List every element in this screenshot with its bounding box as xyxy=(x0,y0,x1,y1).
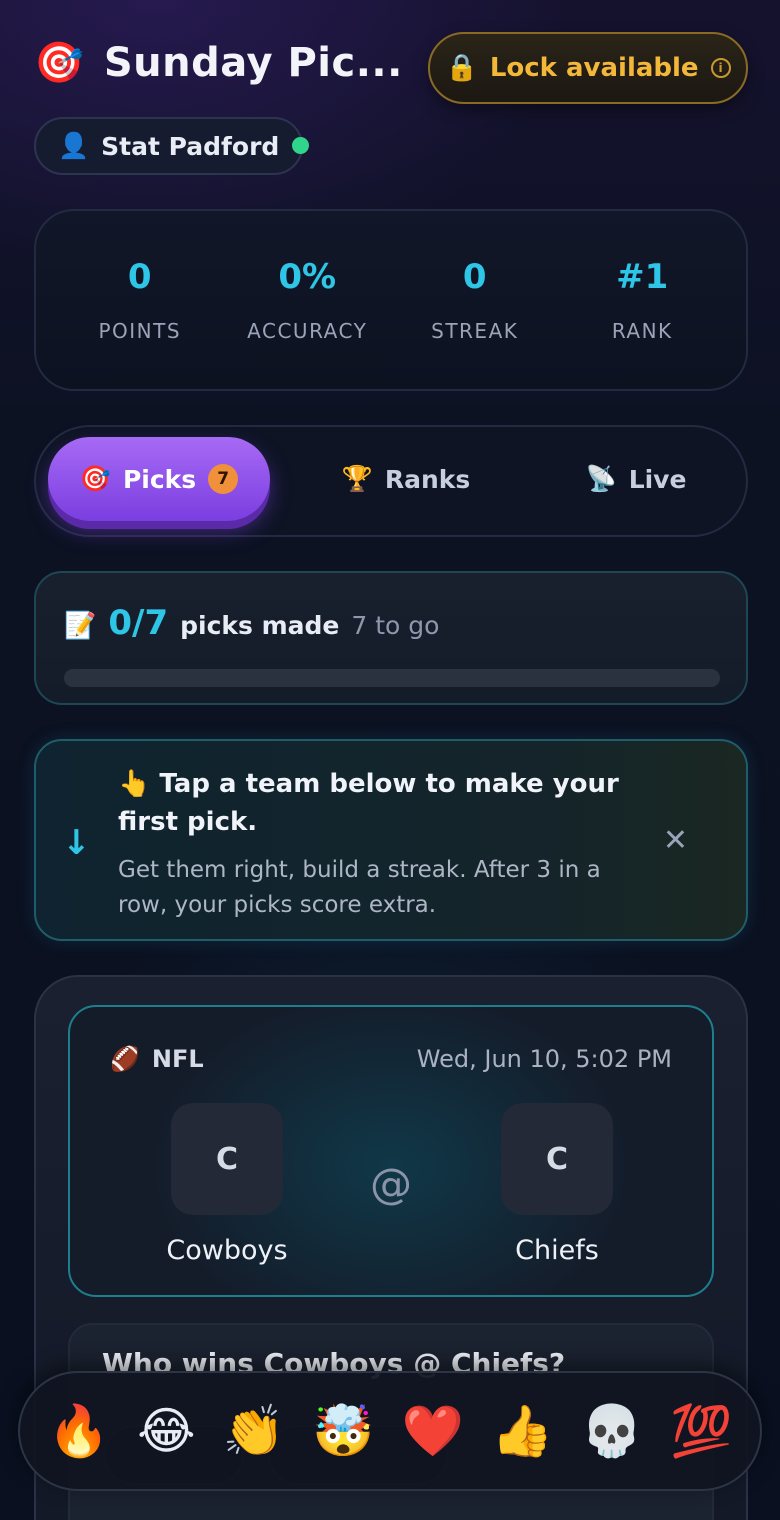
reaction-bar: 🔥 😂 👏 🤯 ❤️ 👍 💀 💯 xyxy=(18,1371,762,1491)
progress-row: 📝 0/7 picks made 7 to go xyxy=(64,603,439,643)
heart-icon[interactable]: ❤️ xyxy=(402,1406,464,1456)
arrow-down-icon: ↓ xyxy=(62,823,91,863)
info-icon[interactable]: i xyxy=(710,58,731,78)
title-wrap: 🎯 Sunday Pic... xyxy=(34,40,403,86)
lock-icon: 🔒 xyxy=(445,53,478,83)
satellite-icon: 📡 xyxy=(585,464,617,493)
picks-count-badge: 7 xyxy=(208,464,239,494)
league-name: NFL xyxy=(151,1045,204,1073)
at-separator: @ xyxy=(370,1159,412,1208)
stat-label: POINTS xyxy=(98,319,182,343)
stat-value: 0% xyxy=(278,257,337,297)
user-pill[interactable]: 👤 Stat Padford xyxy=(34,117,304,175)
team-away-button[interactable]: C Cowboys xyxy=(127,1103,327,1266)
football-icon: 🏈 xyxy=(110,1045,140,1073)
team-name: Cowboys xyxy=(166,1235,288,1266)
user-name: Stat Padford xyxy=(101,131,280,161)
tab-live[interactable]: 📡 Live xyxy=(566,437,706,521)
tab-bar: 🎯 Picks 7 🏆 Ranks 📡 Live xyxy=(34,425,748,537)
stat-accuracy: 0% ACCURACY xyxy=(227,257,387,343)
team-home-button[interactable]: C Chiefs xyxy=(457,1103,657,1266)
stat-value: 0 xyxy=(127,257,152,297)
thumbs-up-icon[interactable]: 👍 xyxy=(491,1406,553,1456)
target-icon: 🎯 xyxy=(34,40,84,86)
clap-icon[interactable]: 👏 xyxy=(223,1406,285,1456)
tab-ranks[interactable]: 🏆 Ranks xyxy=(326,437,486,521)
tip-body: Get them right, build a streak. After 3 … xyxy=(118,857,601,918)
stat-value: #1 xyxy=(616,257,669,297)
picks-progress-card: 📝 0/7 picks made 7 to go xyxy=(34,571,748,705)
tab-label: Ranks xyxy=(384,464,471,494)
progress-count: 0/7 xyxy=(108,603,169,643)
tip-title: 👆 Tap a team below to make your first pi… xyxy=(118,769,619,837)
stat-streak: 0 STREAK xyxy=(395,257,555,343)
stat-value: 0 xyxy=(462,257,487,297)
progress-label: picks made xyxy=(180,611,340,640)
online-status-dot xyxy=(292,137,309,154)
lock-available-button[interactable]: 🔒 Lock available i xyxy=(428,32,748,104)
tab-picks[interactable]: 🎯 Picks 7 xyxy=(48,437,270,521)
stat-points: 0 POINTS xyxy=(60,257,220,343)
app-header: 🎯 Sunday Pic... 🔒 Lock available i xyxy=(34,32,748,104)
tab-label: Live xyxy=(628,464,687,494)
onboarding-tip: ↓ 👆 Tap a team below to make your first … xyxy=(34,739,748,941)
user-avatar-icon: 👤 xyxy=(58,131,90,160)
team-logo: C xyxy=(171,1103,283,1215)
laugh-icon[interactable]: 😂 xyxy=(137,1406,195,1456)
stats-card: 0 POINTS 0% ACCURACY 0 STREAK #1 RANK xyxy=(34,209,748,391)
page-title: Sunday Pic... xyxy=(103,40,403,86)
stat-label: STREAK xyxy=(431,319,519,343)
team-logo: C xyxy=(501,1103,613,1215)
close-icon[interactable]: ✕ xyxy=(663,823,688,858)
stat-label: RANK xyxy=(611,319,673,343)
game-time: Wed, Jun 10, 5:02 PM xyxy=(416,1045,672,1073)
fire-icon[interactable]: 🔥 xyxy=(48,1406,110,1456)
progress-remaining: 7 to go xyxy=(351,611,440,640)
mind-blown-icon[interactable]: 🤯 xyxy=(312,1406,374,1456)
target-icon: 🎯 xyxy=(79,464,111,493)
tab-label: Picks xyxy=(122,464,197,494)
matchup-panel: 🏈 NFL Wed, Jun 10, 5:02 PM C Cowboys @ C… xyxy=(68,1005,714,1297)
memo-icon: 📝 xyxy=(64,611,97,641)
stat-rank: #1 RANK xyxy=(562,257,722,343)
progress-bar xyxy=(64,669,720,687)
lock-label: Lock available xyxy=(489,53,699,83)
league-label: 🏈 NFL xyxy=(110,1045,204,1073)
trophy-icon: 🏆 xyxy=(341,464,373,493)
skull-icon[interactable]: 💀 xyxy=(581,1406,643,1456)
stat-label: ACCURACY xyxy=(247,319,368,343)
hundred-icon[interactable]: 💯 xyxy=(670,1406,732,1456)
team-name: Chiefs xyxy=(515,1235,599,1266)
